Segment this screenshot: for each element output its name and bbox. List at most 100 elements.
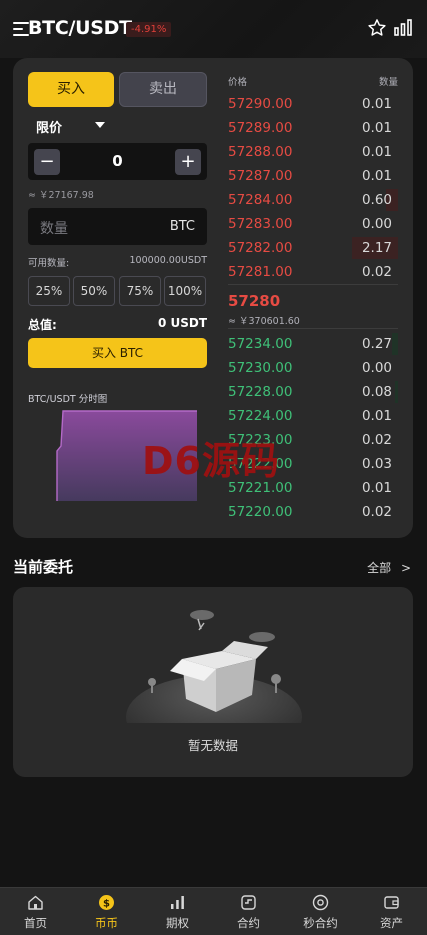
coin-icon: $ (99, 895, 114, 910)
available-value: 100000.00USDT (129, 255, 207, 266)
ask-row[interactable]: 57289.00 0.01 (228, 117, 398, 139)
tab-label: 秒合约 (303, 916, 338, 930)
empty-box-illustration (124, 610, 304, 732)
price-stepper: − 0 + (28, 143, 207, 180)
change-badge: -4.91% (126, 22, 172, 37)
ask-qty: 0.02 (361, 264, 392, 280)
bid-price: 57230.00 (228, 360, 293, 376)
bid-row[interactable]: 57230.00 0.00 (228, 357, 398, 379)
depth-bar (395, 381, 398, 403)
price-input[interactable]: 0 (68, 152, 167, 170)
percent-100-button[interactable]: 100% (164, 276, 206, 306)
bid-row[interactable]: 57234.00 0.27 (228, 333, 398, 355)
tab-label: 合约 (237, 916, 260, 930)
ask-price: 57281.00 (228, 264, 293, 280)
order-type-select[interactable]: 限价 (36, 117, 62, 136)
tab-label: 首页 (24, 916, 47, 930)
kline-chart-icon[interactable] (393, 17, 413, 37)
ask-qty: 0.00 (361, 216, 392, 232)
sell-tab[interactable]: 卖出 (119, 72, 207, 107)
price-plus-button[interactable]: + (175, 149, 201, 175)
ask-row[interactable]: 57282.00 2.17 (228, 237, 398, 259)
bid-qty: 0.02 (361, 432, 392, 448)
buy-submit-button[interactable]: 买入 BTC (28, 338, 207, 368)
home-icon (28, 895, 43, 910)
bid-qty: 0.00 (361, 360, 392, 376)
chevron-down-icon[interactable] (95, 122, 105, 128)
ask-qty: 0.01 (361, 144, 392, 160)
available-label: 可用数量: (28, 258, 70, 269)
view-all-label: 全部 (367, 561, 392, 575)
quantity-unit: BTC (169, 219, 195, 234)
ask-price: 57282.00 (228, 240, 293, 256)
bid-row[interactable]: 57228.00 0.08 (228, 381, 398, 403)
depth-bar (392, 333, 398, 355)
bid-qty: 0.02 (361, 504, 392, 520)
ask-row[interactable]: 57283.00 0.00 (228, 213, 398, 235)
buy-tab[interactable]: 买入 (28, 72, 114, 107)
last-price: 57280 (228, 292, 281, 310)
contract-icon (241, 895, 256, 910)
ask-price: 57290.00 (228, 96, 293, 112)
ask-price: 57289.00 (228, 120, 293, 136)
wallet-icon (384, 896, 399, 909)
bid-price: 57224.00 (228, 408, 293, 424)
tab-label: 资产 (380, 916, 403, 930)
bid-qty: 0.01 (361, 408, 392, 424)
ask-qty: 0.01 (361, 96, 392, 112)
percent-25-button[interactable]: 25% (28, 276, 70, 306)
tab-assets[interactable]: 资产 (356, 888, 427, 935)
ask-qty: 2.17 (361, 240, 392, 256)
ask-row[interactable]: 57281.00 0.02 (228, 261, 398, 283)
ask-row[interactable]: 57284.00 0.60 (228, 189, 398, 211)
pair-title[interactable]: BTC/USDT (28, 17, 132, 39)
current-orders-title: 当前委托 (13, 558, 74, 576)
ask-price: 57287.00 (228, 168, 293, 184)
price-minus-button[interactable]: − (34, 149, 60, 175)
tab-label: 币币 (95, 916, 118, 930)
bottom-tab-bar: 首页 $ 币币 期权 合约 秒合约 资产 (0, 887, 427, 935)
price-cny-estimate: ≈ ￥27167.98 (28, 190, 94, 201)
ask-qty: 0.60 (361, 192, 392, 208)
tab-spot[interactable]: $ 币币 (71, 888, 142, 935)
empty-state-text: 暂无数据 (187, 738, 238, 753)
mini-chart-title: BTC/USDT 分时图 (28, 394, 108, 405)
bid-qty: 0.01 (361, 480, 392, 496)
menu-icon[interactable] (13, 22, 29, 36)
quantity-field[interactable]: 数量 BTC (28, 208, 207, 245)
ask-qty: 0.01 (361, 120, 392, 136)
view-all-link[interactable]: 全部 > (367, 559, 411, 576)
divider (228, 284, 398, 285)
orderbook-qty-header: 数量 (378, 77, 398, 88)
tab-second-contract[interactable]: 秒合约 (285, 888, 356, 935)
ask-price: 57283.00 (228, 216, 293, 232)
tab-options[interactable]: 期权 (142, 888, 213, 935)
ask-price: 57284.00 (228, 192, 293, 208)
chevron-right-icon: > (400, 561, 411, 575)
percent-75-button[interactable]: 75% (119, 276, 161, 306)
total-value: 0 USDT (157, 316, 207, 330)
tab-home[interactable]: 首页 (0, 888, 71, 935)
ask-qty: 0.01 (361, 168, 392, 184)
bid-price: 57220.00 (228, 504, 293, 520)
ask-row[interactable]: 57288.00 0.01 (228, 141, 398, 163)
ask-row[interactable]: 57287.00 0.01 (228, 165, 398, 187)
watermark-text: D6源码 (142, 439, 280, 483)
empty-orders-card: 暂无数据 (13, 587, 413, 777)
bid-row[interactable]: 57224.00 0.01 (228, 405, 398, 427)
percent-50-button[interactable]: 50% (73, 276, 115, 306)
ask-row[interactable]: 57290.00 0.01 (228, 93, 398, 115)
bid-qty: 0.03 (361, 456, 392, 472)
second-contract-icon (312, 894, 329, 911)
last-price-cny: ≈ ￥370601.60 (228, 316, 300, 327)
options-icon (171, 896, 184, 909)
ask-price: 57288.00 (228, 144, 293, 160)
bid-row[interactable]: 57220.00 0.02 (228, 501, 398, 523)
star-icon[interactable] (366, 17, 388, 39)
quantity-placeholder: 数量 (40, 221, 68, 237)
bid-qty: 0.27 (361, 336, 392, 352)
divider (228, 328, 398, 329)
tab-contract[interactable]: 合约 (213, 888, 284, 935)
bid-price: 57228.00 (228, 384, 293, 400)
total-label: 总值: (28, 318, 57, 332)
